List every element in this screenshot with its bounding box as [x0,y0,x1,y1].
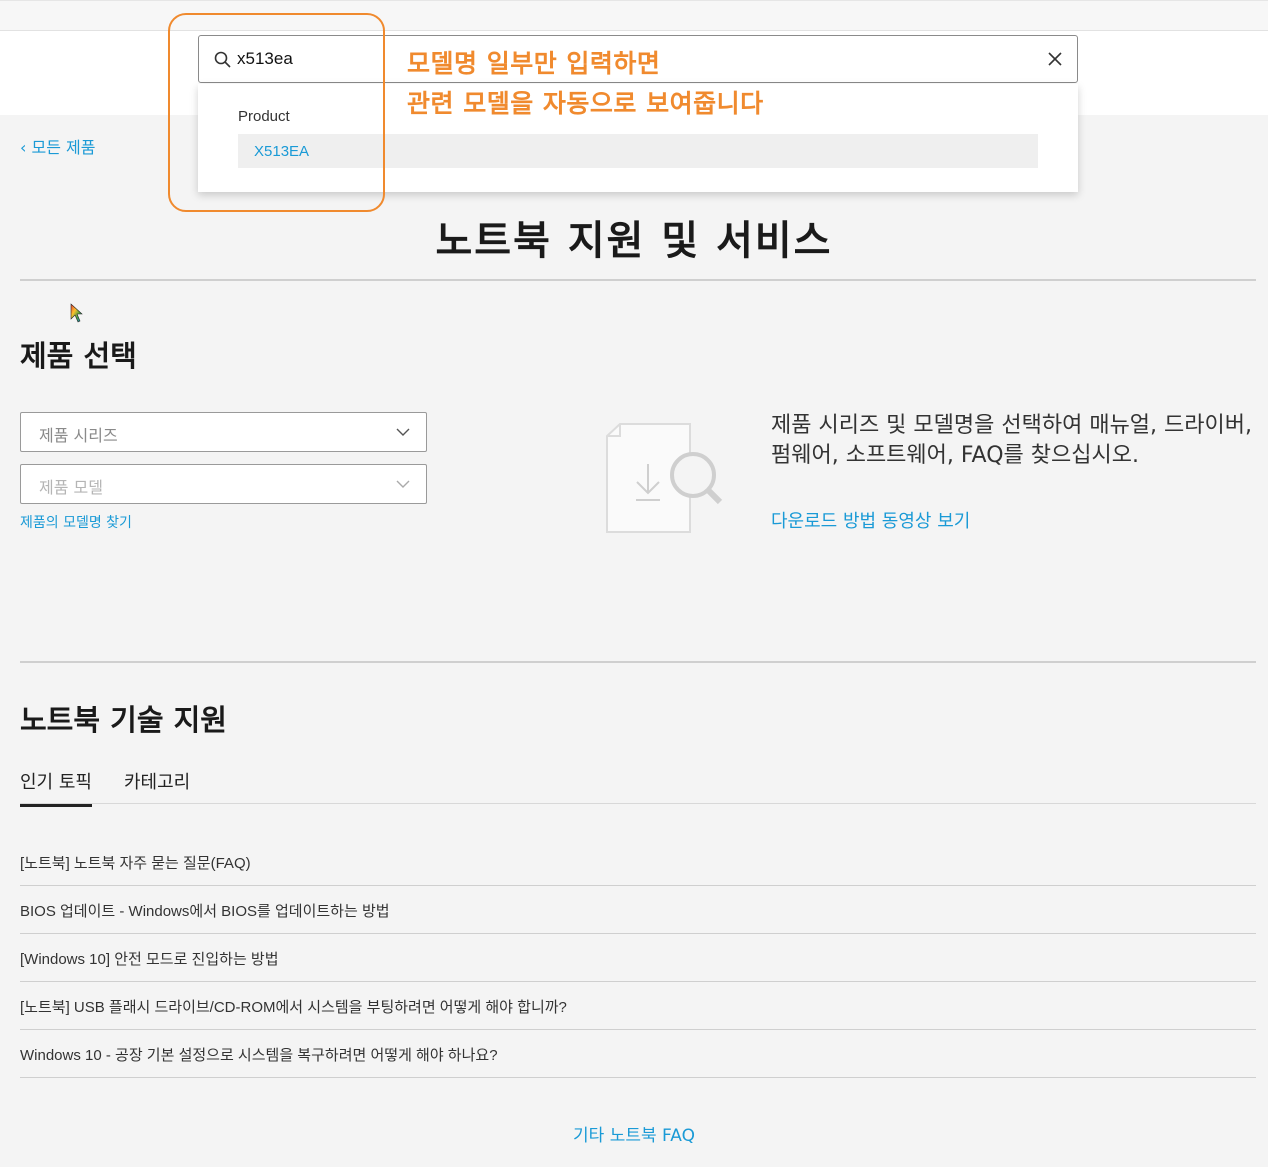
topic-row[interactable]: Windows 10 - 공장 기본 설정으로 시스템을 복구하려면 어떻게 해… [20,1030,1256,1078]
topic-link[interactable]: BIOS 업데이트 - Windows에서 BIOS를 업데이트하는 방법 [20,900,390,921]
search-icon [214,51,231,68]
more-faq-container: 기타 노트북 FAQ [0,1121,1268,1146]
product-model-placeholder: 제품 모델 [39,478,103,497]
mouse-cursor-icon [70,303,83,323]
topic-row[interactable]: [노트북] USB 플래시 드라이브/CD-ROM에서 시스템을 부팅하려면 어… [20,982,1256,1030]
annotation-line-1: 모델명 일부만 입력하면 [407,49,661,78]
tab-categories[interactable]: 카테고리 [124,768,190,804]
header-top-strip [0,1,1268,31]
tech-support-title: 노트북 기술 지원 [20,703,227,737]
topic-link[interactable]: [노트북] USB 플래시 드라이브/CD-ROM에서 시스템을 부팅하려면 어… [20,996,567,1017]
annotation-line-2: 관련 모델을 자동으로 보여줍니다 [407,89,764,118]
section-divider [20,661,1256,663]
topic-row[interactable]: [노트북] 노트북 자주 묻는 질문(FAQ) [20,838,1256,886]
more-notebook-faq-link[interactable]: 기타 노트북 FAQ [573,1126,695,1146]
product-model-select[interactable]: 제품 모델 [20,464,427,504]
topic-row[interactable]: BIOS 업데이트 - Windows에서 BIOS를 업데이트하는 방법 [20,886,1256,934]
product-select-description: 제품 시리즈 및 모델명을 선택하여 매뉴얼, 드라이버, 펌웨어, 소프트웨어… [771,413,1252,468]
product-series-placeholder: 제품 시리즈 [39,426,118,445]
back-link-all-products[interactable]: ‹ 모든 제품 [20,134,95,158]
annotation-text: 모델명 일부만 입력하면 관련 모델을 자동으로 보여줍니다 [407,44,867,124]
chevron-down-icon [396,480,410,488]
chevron-left-icon: ‹ [20,138,27,157]
close-icon[interactable] [1045,49,1065,69]
document-search-icon [606,423,723,533]
product-select-title: 제품 선택 [20,339,137,373]
suggestions-heading: Product [238,108,290,125]
topic-row[interactable]: [Windows 10] 안전 모드로 진입하는 방법 [20,934,1256,982]
title-divider [20,279,1256,281]
tabs-divider [20,803,1256,804]
page-title: 노트북 지원 및 서비스 [435,218,833,264]
topic-link[interactable]: [Windows 10] 안전 모드로 진입하는 방법 [20,948,279,969]
chevron-down-icon [396,428,410,436]
suggestion-item[interactable]: X513EA [238,134,1038,168]
find-model-name-link[interactable]: 제품의 모델명 찾기 [20,512,132,532]
download-video-link[interactable]: 다운로드 방법 동영상 보기 [771,507,970,533]
topic-link[interactable]: [노트북] 노트북 자주 묻는 질문(FAQ) [20,852,251,873]
product-series-select[interactable]: 제품 시리즈 [20,412,427,452]
tab-popular-topics[interactable]: 인기 토픽 [20,768,92,807]
topic-link[interactable]: Windows 10 - 공장 기본 설정으로 시스템을 복구하려면 어떻게 해… [20,1044,498,1065]
back-link-label: 모든 제품 [31,138,96,157]
